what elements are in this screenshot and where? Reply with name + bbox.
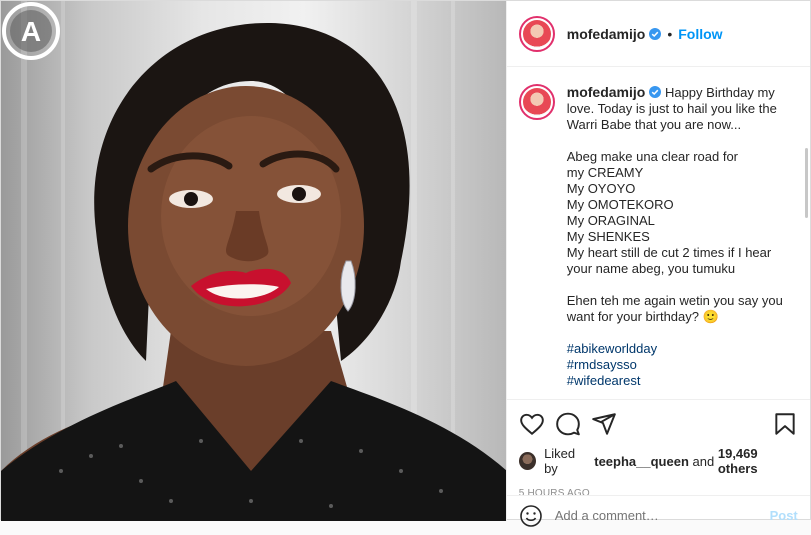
caption-line: love. Today is just to hail you like the <box>566 101 777 116</box>
separator-dot: • <box>667 25 673 42</box>
portrait-illustration <box>1 1 506 521</box>
verified-icon <box>649 86 662 98</box>
likes-summary: Liked by teepha__queen and 19,469 others <box>518 446 798 476</box>
post-actions: Liked by teepha__queen and 19,469 others… <box>506 399 810 499</box>
caption-line: My ORAGINAL <box>566 213 655 228</box>
comment-bar: Post <box>506 495 810 535</box>
post-comment-button[interactable]: Post <box>770 508 798 523</box>
username[interactable]: mofedamijo <box>567 26 646 42</box>
share-icon[interactable] <box>591 411 617 437</box>
caption-text: mofedamijo Happy Birthday my love. Today… <box>567 84 785 389</box>
watermark-logo: A <box>2 2 60 60</box>
caption-line: My SHENKES <box>566 229 650 244</box>
caption-line: My heart still de cut 2 times if I hear <box>566 245 772 260</box>
hashtag-link[interactable]: #abikeworldday <box>567 341 785 357</box>
follow-button[interactable]: Follow <box>678 26 722 42</box>
likes-count[interactable]: 19,469 others <box>718 446 798 476</box>
caption-avatar[interactable] <box>518 84 555 120</box>
post-photo[interactable]: A <box>1 1 506 521</box>
caption-line: Happy Birthday my <box>664 85 775 100</box>
caption-line: My OMOTEKORO <box>566 197 674 212</box>
caption-area[interactable]: mofedamijo Happy Birthday my love. Today… <box>507 68 810 398</box>
caption-line: Abeg make una clear road for <box>566 149 739 164</box>
caption-line: My OYOYO <box>566 181 636 196</box>
comment-icon[interactable] <box>555 411 581 437</box>
likes-middle: and <box>692 453 715 469</box>
comment-input[interactable] <box>554 508 770 523</box>
verified-icon <box>649 27 662 40</box>
caption-scrollbar[interactable] <box>804 148 808 218</box>
post-header: mofedamijo • Follow <box>506 1 810 67</box>
liker-username[interactable]: teepha__queen <box>594 454 689 469</box>
caption-line: your name abeg, you tumuku <box>566 261 736 276</box>
heart-icon[interactable] <box>519 411 545 437</box>
caption-line: want for your birthday? 🙂 <box>566 309 719 324</box>
hashtag-link[interactable]: #rmdsaysso <box>567 357 785 373</box>
watermark-letter: A <box>21 16 41 47</box>
caption-line: Ehen teh me again wetin you say you <box>566 293 783 308</box>
caption-line: my CREAMY <box>566 165 644 180</box>
bookmark-icon[interactable] <box>772 411 798 437</box>
likes-prefix: Liked by <box>544 446 576 476</box>
post-sidebar: mofedamijo • Follow mofedamijo Happy Bir… <box>505 1 810 527</box>
caption-username[interactable]: mofedamijo <box>567 84 646 100</box>
instagram-post: A mofedamijo • Follow mofedamijo Happy B… <box>0 0 811 527</box>
liker-avatar[interactable] <box>518 452 537 470</box>
emoji-icon[interactable] <box>519 504 543 528</box>
caption-line: Warri Babe that you are now... <box>566 117 742 132</box>
hashtag-link[interactable]: #wifedearest <box>567 373 785 389</box>
avatar[interactable] <box>518 15 555 52</box>
